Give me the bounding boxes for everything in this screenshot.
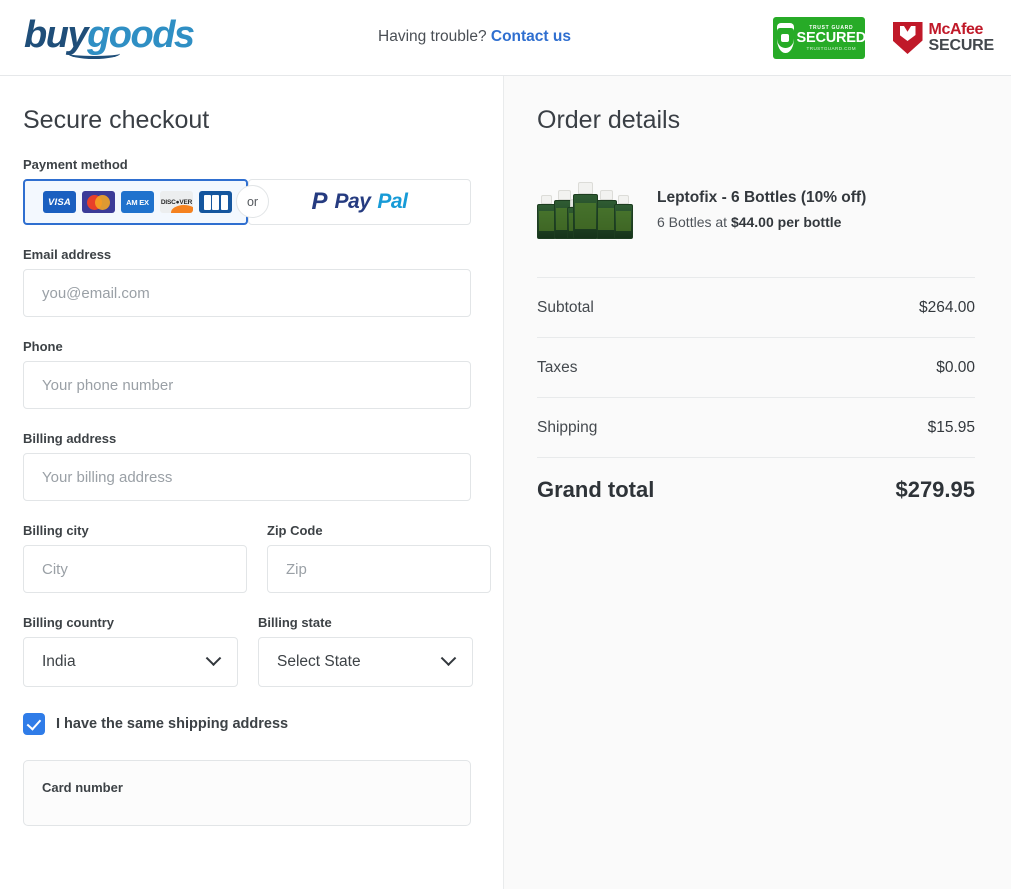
billing-country-group: Billing country India (23, 615, 238, 687)
billing-state-value: Select State (277, 653, 361, 670)
product-unit-price: $44.00 per bottle (730, 213, 842, 230)
price-row-subtotal: Subtotal $264.00 (537, 278, 975, 337)
taxes-label: Taxes (537, 358, 578, 376)
trustguard-domain-label: TRUSTGUARD.COM (806, 46, 857, 52)
page-header: buygoods Having trouble? Contact us TRUS… (0, 0, 1011, 76)
mcafee-brand-label: McAfee (928, 20, 984, 38)
mcafee-shield-icon (892, 22, 923, 54)
grand-total-row: Grand total $279.95 (537, 458, 975, 522)
same-shipping-checkbox[interactable] (23, 713, 45, 735)
contact-us-link[interactable]: Contact us (491, 28, 571, 45)
phone-input[interactable] (23, 361, 471, 409)
zip-code-input[interactable] (267, 545, 491, 593)
help-label: Having trouble? (378, 28, 487, 45)
order-details-panel: Order details Leptofix - 6 Bottles (10% … (503, 76, 1011, 889)
order-product-row: Leptofix - 6 Bottles (10% off) 6 Bottles… (537, 179, 975, 239)
shipping-label: Shipping (537, 418, 598, 436)
billing-city-group: Billing city (23, 523, 247, 593)
buygoods-logo[interactable]: buygoods (24, 16, 195, 59)
paypal-mark-icon: P (311, 188, 328, 215)
email-label: Email address (23, 247, 112, 262)
paypal-pal-text: Pal (377, 190, 408, 213)
billing-state-group: Billing state Select State (258, 615, 473, 687)
same-shipping-row[interactable]: I have the same shipping address (23, 713, 480, 735)
mcafee-text: McAfee SECURE (928, 20, 995, 55)
trustguard-secured-badge: TRUST GUARD SECURED TRUSTGUARD.COM (772, 17, 867, 59)
page-title: Secure checkout (23, 106, 210, 134)
shipping-value: $15.95 (927, 418, 975, 436)
email-input[interactable] (23, 269, 471, 317)
product-pricing-detail: 6 Bottles at $44.00 per bottle (657, 214, 866, 230)
billing-country-value: India (42, 653, 76, 670)
price-row-taxes: Taxes $0.00 (537, 338, 975, 397)
billing-country-select[interactable]: India (23, 637, 238, 687)
help-text-container: Having trouble? Contact us (378, 28, 571, 46)
phone-group: Phone (23, 339, 480, 409)
billing-address-group: Billing address (23, 431, 480, 501)
payment-option-paypal[interactable]: P Pay Pal (248, 179, 471, 225)
trustguard-main-label: SECURED (796, 29, 867, 46)
chevron-down-icon (440, 649, 457, 666)
subtotal-value: $264.00 (918, 298, 975, 316)
subtotal-label: Subtotal (537, 298, 594, 316)
trustguard-text: TRUST GUARD SECURED TRUSTGUARD.COM (797, 25, 867, 51)
taxes-value: $0.00 (936, 358, 975, 376)
order-details-title: Order details (537, 106, 681, 134)
amex-icon: AM EX (121, 191, 154, 213)
chevron-down-icon (205, 649, 222, 666)
or-separator-badge: or (236, 185, 269, 218)
city-zip-row: Billing city Zip Code (23, 523, 491, 593)
billing-city-input[interactable] (23, 545, 247, 593)
bottle-icon (614, 195, 633, 239)
jcb-icon (199, 191, 232, 213)
mcafee-secure-badge: McAfee SECURE (892, 20, 995, 55)
billing-state-select[interactable]: Select State (258, 637, 473, 687)
product-name: Leptofix - 6 Bottles (10% off) (657, 188, 867, 206)
payment-method-label: Payment method (23, 157, 128, 172)
phone-label: Phone (23, 339, 63, 354)
billing-state-label: Billing state (258, 615, 332, 630)
grand-total-value: $279.95 (895, 477, 975, 502)
card-details-panel: Card number (23, 760, 471, 826)
product-thumbnail (537, 179, 635, 239)
zip-code-group: Zip Code (267, 523, 491, 593)
price-row-shipping: Shipping $15.95 (537, 398, 975, 457)
checkout-form-panel: Secure checkout Payment method VISA AM E… (0, 76, 503, 889)
page-body: Secure checkout Payment method VISA AM E… (0, 76, 1011, 889)
product-qty-text: 6 Bottles at (657, 213, 731, 230)
zip-code-label: Zip Code (267, 523, 323, 538)
paypal-pay-text: Pay (334, 190, 371, 213)
billing-address-input[interactable] (23, 453, 471, 501)
email-group: Email address (23, 247, 480, 317)
mastercard-icon (82, 191, 115, 213)
product-info: Leptofix - 6 Bottles (10% off) 6 Bottles… (657, 189, 866, 230)
visa-icon: VISA (43, 191, 76, 213)
same-shipping-label: I have the same shipping address (56, 716, 289, 732)
payment-method-group: Payment method VISA AM EX DISC●VER or P … (23, 157, 480, 225)
padlock-shield-icon (776, 23, 794, 53)
payment-method-options: VISA AM EX DISC●VER or P Pay Pal (23, 179, 471, 225)
billing-country-label: Billing country (23, 615, 114, 630)
payment-option-card[interactable]: VISA AM EX DISC●VER (23, 179, 248, 225)
card-number-label: Card number (42, 780, 123, 795)
mcafee-secure-label: SECURE (928, 37, 995, 54)
billing-city-label: Billing city (23, 523, 89, 538)
logo-swoosh-icon (68, 48, 120, 59)
billing-address-label: Billing address (23, 431, 117, 446)
country-state-row: Billing country India Billing state Sele… (23, 615, 480, 687)
trust-badges: TRUST GUARD SECURED TRUSTGUARD.COM McAfe… (772, 17, 995, 59)
grand-total-label: Grand total (537, 477, 655, 502)
discover-icon: DISC●VER (160, 191, 193, 213)
bottle-icon (573, 182, 598, 239)
paypal-logo: P Pay Pal (312, 190, 408, 214)
